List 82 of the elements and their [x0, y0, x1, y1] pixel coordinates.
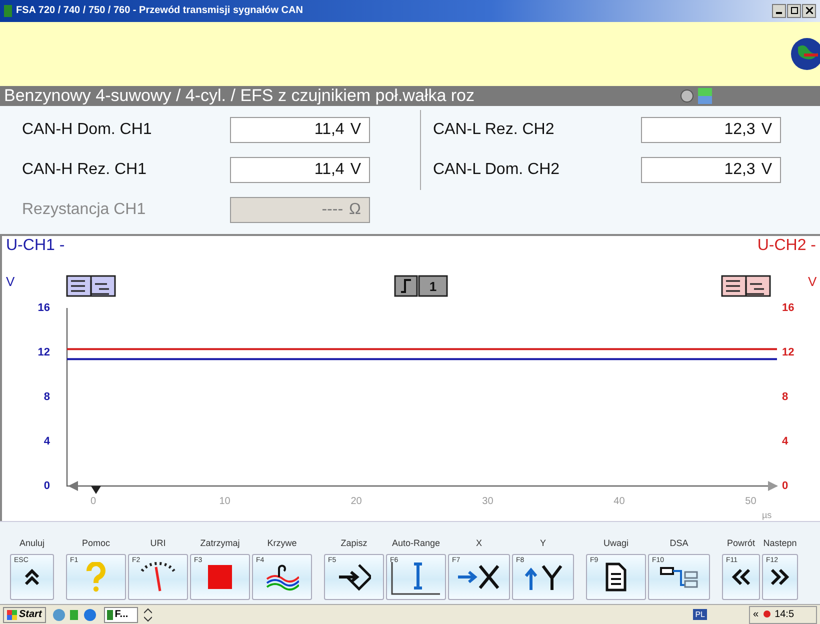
x-tick-label: 40 — [614, 496, 625, 507]
y-tick-label: 16 — [782, 302, 794, 314]
maximize-button[interactable] — [787, 4, 801, 18]
measurement-label: CAN-H Dom. CH1 — [22, 121, 153, 140]
value-field: ---- Ω — [230, 197, 370, 224]
function-label: Zatrzymaj — [200, 538, 240, 550]
hierarchy-icon — [659, 564, 699, 590]
y-tick-label: 16 — [38, 302, 50, 314]
double-chevron-right-icon — [770, 568, 790, 586]
function-label: Auto-Range — [392, 538, 440, 550]
close-button[interactable] — [802, 4, 816, 18]
connection-icon — [698, 88, 712, 104]
function-label: Pomoc — [82, 538, 110, 550]
y-tick-label: 8 — [782, 390, 788, 403]
function-label: Nastepn — [763, 538, 797, 550]
double-chevron-up-icon — [23, 567, 41, 588]
unit-label: V — [6, 274, 15, 289]
y-tick-label: 0 — [782, 480, 788, 492]
alert-icon — [762, 610, 771, 620]
value-field: 11,4 V — [230, 117, 370, 144]
stop-icon — [208, 565, 232, 590]
maximize-icon — [790, 7, 798, 14]
minimize-button[interactable] — [772, 4, 786, 18]
scroll-arrows-icon[interactable] — [144, 608, 152, 622]
windows-logo-icon — [7, 610, 17, 620]
measurement-label: CAN-L Dom. CH2 — [433, 161, 561, 180]
quick-launch-icons[interactable] — [52, 608, 98, 622]
status-lamp-icon — [680, 89, 694, 104]
measurement-label: CAN-H Rez. CH1 — [22, 161, 148, 180]
x-tick-label: 20 — [350, 496, 362, 507]
x-tick-label: 30 — [482, 496, 494, 507]
function-label: Krzywe — [267, 538, 297, 550]
channel-label: U-CH1 - — [6, 236, 65, 255]
arrow-y-icon — [523, 562, 563, 592]
gauge-icon — [138, 561, 178, 594]
function-label: Powrót — [726, 538, 755, 550]
channel-label: U-CH2 - — [757, 236, 816, 255]
measurement-label: Rezystancja CH1 — [22, 201, 147, 220]
value-field: 12,3 V — [641, 117, 781, 144]
x-tick-label: 10 — [219, 496, 230, 507]
y-tick-label: 4 — [44, 435, 50, 448]
app-icon — [106, 610, 113, 620]
function-label: X — [476, 538, 482, 550]
scale-settings-button[interactable] — [66, 275, 116, 297]
trigger-button[interactable] — [394, 275, 418, 297]
double-chevron-left-icon — [731, 568, 751, 586]
y-tick-label: 4 — [782, 435, 788, 448]
value-field: 11,4 V — [230, 157, 370, 184]
x-axis-label: µs — [762, 510, 772, 520]
globe-icon — [790, 36, 820, 71]
y-tick-label: 12 — [38, 346, 50, 358]
trigger-channel-button[interactable]: 1 — [418, 275, 448, 297]
taskbar-window-button[interactable]: F... — [104, 606, 138, 623]
left-marker-icon — [68, 480, 78, 491]
function-label: Zapisz — [340, 538, 368, 550]
measurement-label: CAN-L Rez. CH2 — [433, 121, 556, 140]
function-label: Y — [540, 538, 546, 550]
close-icon — [806, 7, 812, 14]
app-icon — [4, 4, 12, 17]
scale-settings-button[interactable] — [721, 275, 771, 297]
unit-label: V — [808, 274, 817, 289]
x-tick-label: 0 — [90, 496, 96, 507]
value-field: 12,3 V — [641, 157, 781, 184]
function-label: Anuluj — [19, 538, 45, 550]
document-icon — [605, 562, 627, 592]
trigger-marker-icon — [91, 486, 101, 494]
system-tray: « 14:5 — [749, 606, 817, 624]
function-label: URI — [150, 538, 166, 550]
y-tick-label: 8 — [44, 390, 50, 403]
curves-icon — [265, 563, 299, 592]
vehicle-title: Benzynowy 4-suwowy / 4-cyl. / EFS z czujnikiem poł.wałka roz — [4, 86, 476, 106]
function-label: Uwagi — [603, 538, 628, 550]
window-title: FSA 720 / 740 / 750 / 760 - Przewód transmisji sygnałów CAN — [16, 5, 304, 16]
function-label: DSA — [670, 538, 688, 550]
enter-arrow-icon — [337, 562, 371, 592]
help-icon — [85, 562, 107, 592]
y-tick-label: 0 — [44, 480, 50, 492]
language-indicator[interactable]: PL — [693, 609, 707, 620]
y-tick-label: 12 — [782, 346, 794, 358]
right-marker-icon — [768, 480, 778, 491]
start-button[interactable]: Start — [3, 606, 46, 623]
x-tick-label: 50 — [745, 496, 756, 507]
